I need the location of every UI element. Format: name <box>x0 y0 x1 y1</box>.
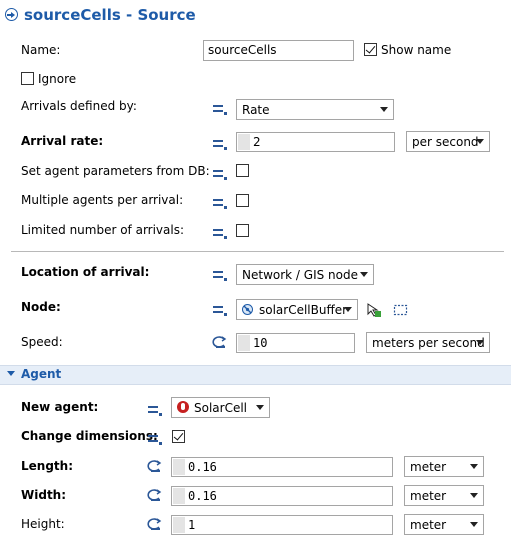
height-value: 1 <box>188 518 196 532</box>
height-unit: meter <box>410 518 447 532</box>
show-name-checkbox[interactable] <box>364 43 377 56</box>
length-input[interactable]: 0.16 <box>171 457 393 477</box>
static-value-icon[interactable] <box>148 433 162 445</box>
height-label: Height: <box>21 517 65 531</box>
arrival-rate-unit: per second <box>412 135 479 149</box>
dynamic-value-icon[interactable] <box>146 516 163 532</box>
dynamic-value-icon[interactable] <box>146 458 163 474</box>
static-value-icon[interactable] <box>213 269 227 281</box>
dynamic-value-icon[interactable] <box>146 487 163 503</box>
static-value-icon[interactable] <box>213 138 227 150</box>
length-value: 0.16 <box>188 460 217 474</box>
arrival-rate-label: Arrival rate: <box>21 134 104 148</box>
set-params-db-checkbox[interactable] <box>236 164 249 177</box>
chevron-down-icon <box>470 464 478 469</box>
node-label: Node: <box>21 300 61 314</box>
agent-type-icon <box>177 401 189 413</box>
static-value-icon[interactable] <box>213 168 227 180</box>
select-node-icon[interactable] <box>366 302 382 318</box>
name-input[interactable]: sourceCells <box>203 40 354 61</box>
height-input[interactable]: 1 <box>171 515 393 535</box>
multiple-agents-label: Multiple agents per arrival: <box>21 193 184 207</box>
static-value-icon[interactable] <box>213 197 227 209</box>
location-of-arrival-value: Network / GIS node <box>242 268 358 282</box>
length-label: Length: <box>21 459 73 473</box>
width-input[interactable]: 0.16 <box>171 486 393 506</box>
width-unit: meter <box>410 489 447 503</box>
agent-section-title: Agent <box>21 367 62 381</box>
title-bar: sourceCells - Source <box>0 0 511 32</box>
speed-input[interactable]: 10 <box>236 333 355 353</box>
zoom-to-node-icon[interactable] <box>393 303 408 317</box>
chevron-down-icon <box>476 340 484 345</box>
arrivals-defined-by-label: Arrivals defined by: <box>21 99 137 113</box>
new-agent-label: New agent: <box>21 400 99 414</box>
static-value-icon[interactable] <box>213 227 227 239</box>
collapse-arrow-icon[interactable] <box>7 371 15 376</box>
ignore-label: Ignore <box>38 72 77 86</box>
name-label: Name: <box>21 43 61 57</box>
page-title: sourceCells - Source <box>24 6 196 24</box>
source-block-icon <box>5 8 18 21</box>
node-pin-icon <box>241 303 254 316</box>
arrival-rate-input[interactable]: 2 <box>236 132 395 152</box>
multiple-agents-checkbox[interactable] <box>236 194 249 207</box>
location-of-arrival-label: Location of arrival: <box>21 265 150 279</box>
limited-arrivals-checkbox[interactable] <box>236 224 249 237</box>
arrival-rate-value: 2 <box>253 135 261 149</box>
arrivals-defined-by-select[interactable]: Rate <box>236 99 394 120</box>
arrival-rate-unit-select[interactable]: per second <box>406 131 490 152</box>
static-value-icon[interactable] <box>213 304 227 316</box>
chevron-down-icon <box>476 139 484 144</box>
dynamic-value-icon[interactable] <box>211 334 228 350</box>
height-unit-select[interactable]: meter <box>404 514 484 535</box>
ignore-checkbox[interactable] <box>21 72 34 85</box>
chevron-down-icon <box>470 493 478 498</box>
speed-label: Speed: <box>21 335 63 349</box>
length-unit-select[interactable]: meter <box>404 456 484 477</box>
limited-arrivals-label: Limited number of arrivals: <box>21 223 185 237</box>
chevron-down-icon <box>344 307 352 312</box>
change-dimensions-label: Change dimensions: <box>21 429 158 443</box>
node-select[interactable]: solarCellBuffer <box>236 299 358 320</box>
static-value-icon[interactable] <box>213 103 227 115</box>
length-unit: meter <box>410 460 447 474</box>
chevron-down-icon <box>470 522 478 527</box>
speed-value: 10 <box>253 336 268 350</box>
chevron-down-icon <box>360 272 368 277</box>
section-divider <box>11 251 504 252</box>
arrivals-defined-by-value: Rate <box>242 103 270 117</box>
speed-unit: meters per second <box>372 336 485 350</box>
width-unit-select[interactable]: meter <box>404 485 484 506</box>
show-name-label: Show name <box>381 43 452 57</box>
agent-section-header[interactable] <box>0 365 511 385</box>
chevron-down-icon <box>380 107 388 112</box>
width-value: 0.16 <box>188 489 217 503</box>
change-dimensions-checkbox[interactable] <box>172 430 185 443</box>
speed-unit-select[interactable]: meters per second <box>366 332 490 353</box>
node-value: solarCellBuffer <box>259 303 348 317</box>
location-of-arrival-select[interactable]: Network / GIS node <box>236 264 374 285</box>
width-label: Width: <box>21 488 67 502</box>
new-agent-select[interactable]: SolarCell <box>171 397 270 418</box>
new-agent-value: SolarCell <box>194 401 248 415</box>
chevron-down-icon <box>256 405 264 410</box>
set-params-db-label: Set agent parameters from DB: <box>21 164 210 178</box>
static-value-icon[interactable] <box>148 404 162 416</box>
